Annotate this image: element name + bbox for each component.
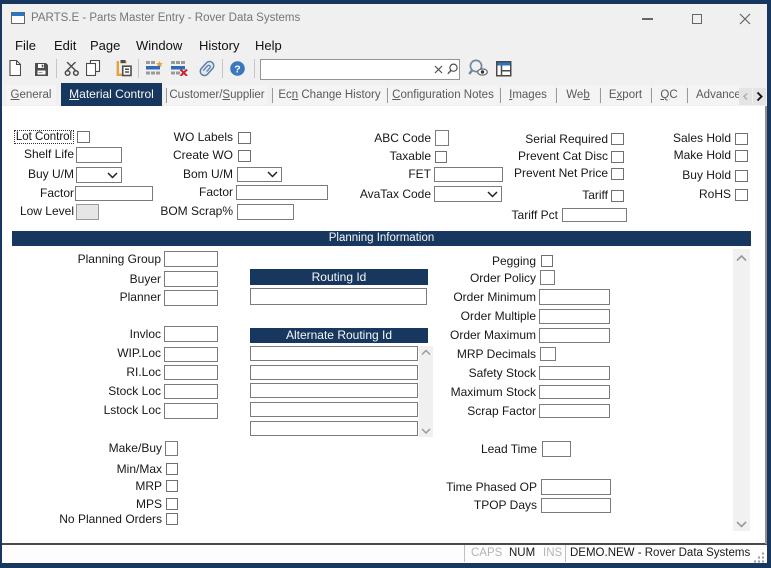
svg-text:?: ? — [234, 63, 240, 75]
